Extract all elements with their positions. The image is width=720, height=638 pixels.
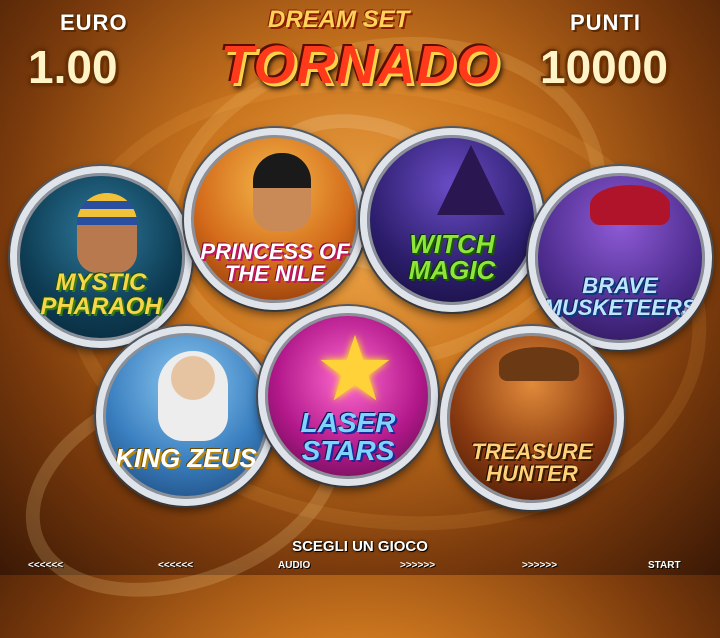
logo-subtitle: DREAM SET — [268, 6, 410, 33]
currency-label: EURO — [60, 10, 128, 35]
prev-button-2[interactable]: <<<<<< — [158, 560, 193, 571]
pharaoh-portrait — [77, 193, 137, 273]
cowboy-hat-icon — [499, 347, 579, 381]
game-title: WITCH MAGIC — [408, 229, 496, 285]
game-laser-stars[interactable]: ★ LASER STARS — [258, 306, 438, 486]
next-button-2[interactable]: >>>>>> — [522, 560, 557, 571]
logo-title: TORNADO — [220, 35, 500, 95]
game-mystic-pharaoh[interactable]: MYSTIC PHARAOH — [10, 166, 192, 348]
credit-value: 1.00 — [28, 41, 118, 93]
game-princess-of-the-nile[interactable]: PRINCESS OF THE NILE — [184, 128, 366, 310]
game-title: KING ZEUS — [115, 443, 257, 473]
game-title: PRINCESS OF THE NILE — [200, 239, 350, 286]
game-title: BRAVE MUSKETEERS — [543, 273, 697, 320]
game-brave-musketeers[interactable]: BRAVE MUSKETEERS — [528, 166, 712, 350]
game-title: TREASURE HUNTER — [471, 439, 593, 486]
game-witch-magic[interactable]: WITCH MAGIC — [360, 128, 544, 312]
princess-portrait — [253, 153, 311, 231]
game-treasure-hunter[interactable]: TREASURE HUNTER — [440, 326, 624, 510]
audio-button[interactable]: AUDIO — [278, 560, 310, 571]
prev-button-1[interactable]: <<<<<< — [28, 560, 63, 571]
witch-hat-icon — [437, 145, 505, 215]
musketeer-hat-icon — [590, 185, 670, 225]
points-label: PUNTI — [570, 10, 641, 35]
start-button[interactable]: START — [648, 560, 681, 571]
game-king-zeus[interactable]: KING ZEUS — [96, 326, 276, 506]
choose-game-prompt: SCEGLI UN GIOCO — [292, 538, 428, 555]
star-icon: ★ — [314, 320, 396, 420]
next-button-1[interactable]: >>>>>> — [400, 560, 435, 571]
game-title: MYSTIC PHARAOH — [40, 269, 162, 320]
points-value: 10000 — [540, 41, 668, 93]
game-title: LASER STARS — [300, 407, 396, 466]
zeus-portrait — [158, 351, 228, 441]
